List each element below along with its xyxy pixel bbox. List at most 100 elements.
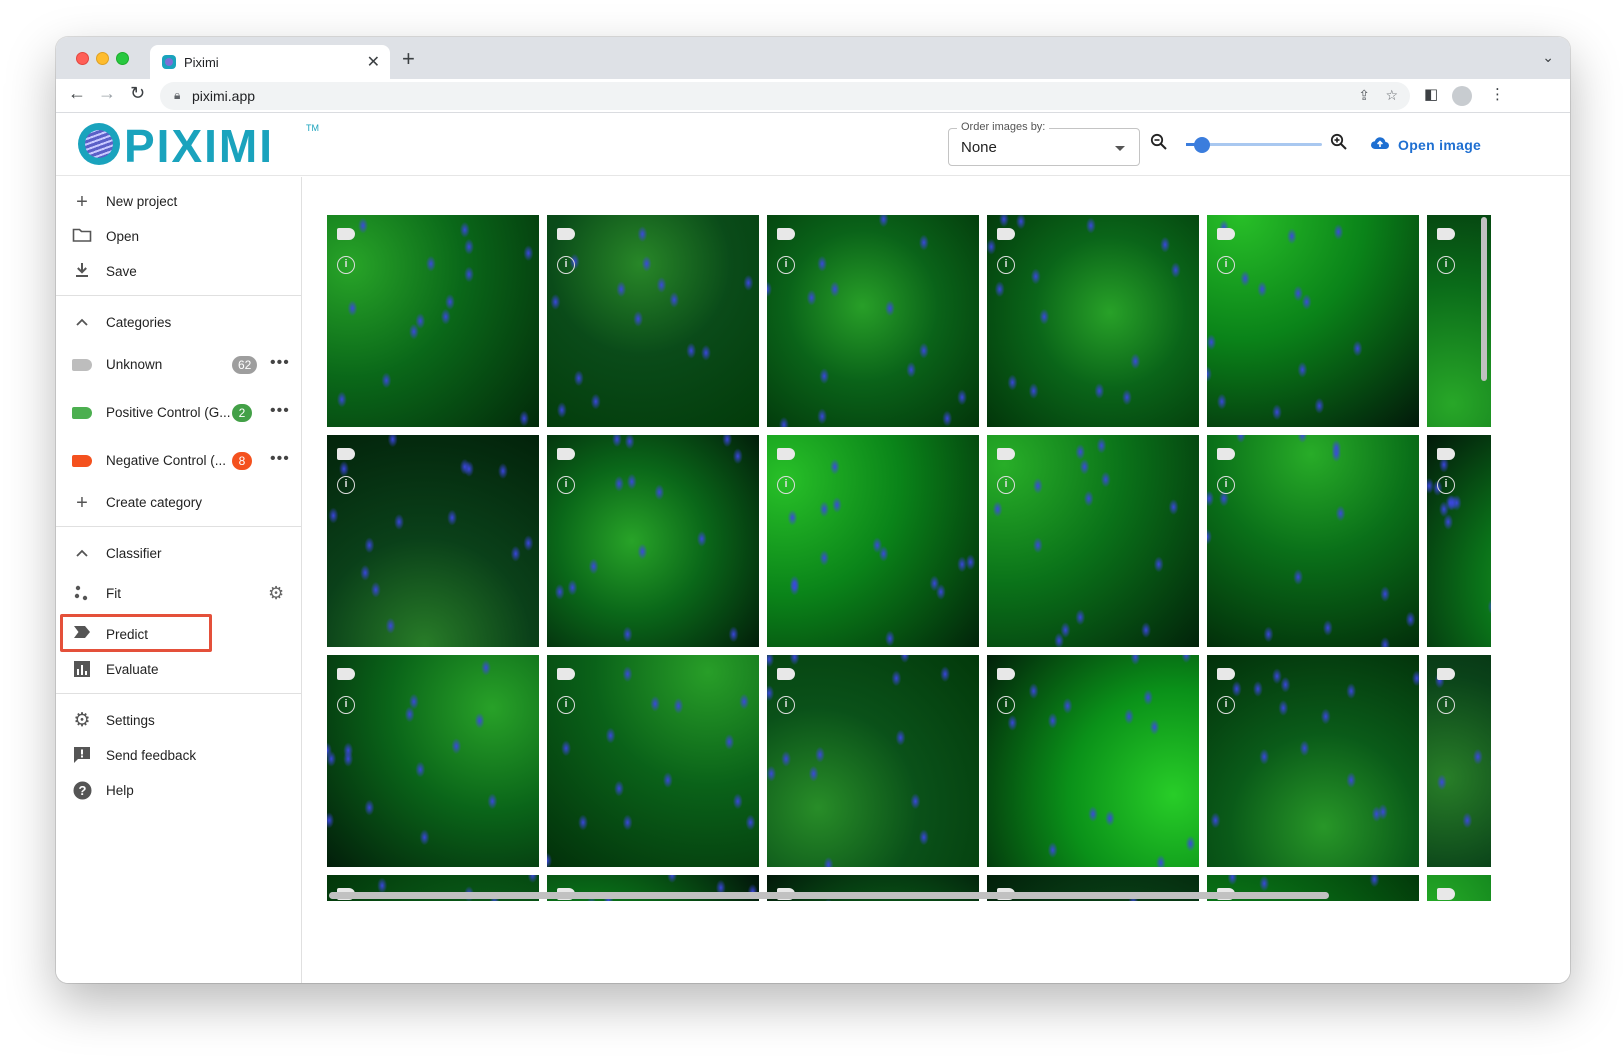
create-category-button[interactable]: + Create category [56, 486, 302, 520]
label-tag-icon[interactable] [557, 228, 575, 240]
lock-icon[interactable]: 🔒︎ [174, 88, 180, 103]
vertical-scrollbar[interactable] [1477, 215, 1489, 901]
sidebar-item-settings[interactable]: ⚙ Settings [56, 704, 302, 738]
sidebar-item-open[interactable]: Open [56, 220, 302, 254]
label-tag-icon[interactable] [777, 228, 795, 240]
label-tag-icon[interactable] [557, 668, 575, 680]
vertical-scrollbar-thumb[interactable] [1481, 217, 1487, 381]
gear-icon[interactable]: ⚙ [268, 583, 284, 604]
info-icon[interactable]: i [1437, 256, 1455, 274]
label-tag-icon[interactable] [1437, 668, 1455, 680]
image-tile[interactable]: i [987, 435, 1199, 647]
back-arrow-icon[interactable]: ← [68, 83, 86, 104]
sidebar-item-label: Settings [106, 713, 155, 728]
info-icon[interactable]: i [1217, 696, 1235, 714]
image-tile[interactable]: i [547, 655, 759, 867]
sidebar-item-new-project[interactable]: + New project [56, 185, 302, 219]
image-tile[interactable]: i [767, 655, 979, 867]
horizontal-scrollbar-thumb[interactable] [329, 892, 1329, 899]
info-icon[interactable]: i [557, 696, 575, 714]
label-tag-icon[interactable] [337, 448, 355, 460]
share-icon[interactable]: ⇪ [1358, 87, 1370, 104]
order-images-select[interactable]: Order images by: None [948, 121, 1140, 166]
more-options-icon[interactable]: ••• [270, 450, 290, 468]
fit-label: Fit [106, 586, 121, 601]
category-item-positive-control[interactable]: Positive Control (G... 2 ••• [56, 396, 302, 430]
image-tile[interactable]: i [547, 215, 759, 427]
new-tab-icon[interactable]: + [402, 46, 415, 72]
sidebar-item-save[interactable]: Save [56, 255, 302, 289]
label-tag-icon[interactable] [1217, 448, 1235, 460]
image-tile[interactable]: i [767, 435, 979, 647]
zoom-out-icon[interactable] [1150, 133, 1168, 156]
label-tag-icon[interactable] [557, 448, 575, 460]
image-tile[interactable]: i [1207, 215, 1419, 427]
browser-tab[interactable]: Piximi ✕ [150, 45, 390, 79]
image-tile[interactable]: i [547, 435, 759, 647]
profile-avatar-icon[interactable] [1452, 86, 1472, 106]
label-tag-icon[interactable] [1217, 228, 1235, 240]
sidebar-item-help[interactable]: ? Help [56, 774, 302, 808]
info-icon[interactable]: i [997, 476, 1015, 494]
svg-text:?: ? [78, 783, 86, 798]
info-icon[interactable]: i [777, 476, 795, 494]
label-tag-icon[interactable] [997, 668, 1015, 680]
label-tag-icon[interactable] [337, 228, 355, 240]
sidebar-item-evaluate[interactable]: Evaluate [56, 653, 302, 687]
address-bar[interactable]: 🔒︎ piximi.app ⇪ ☆ [160, 82, 1410, 110]
kebab-menu-icon[interactable]: ⋮ [1490, 85, 1505, 103]
label-tag-icon[interactable] [1217, 668, 1235, 680]
image-tile[interactable]: i [987, 655, 1199, 867]
reload-icon[interactable]: ↻ [130, 83, 145, 104]
close-tab-icon[interactable]: ✕ [367, 52, 380, 72]
more-options-icon[interactable]: ••• [270, 354, 290, 372]
classifier-section-header[interactable]: Classifier [56, 537, 302, 571]
side-panel-icon[interactable]: ◧ [1424, 85, 1438, 103]
label-tag-icon[interactable] [997, 448, 1015, 460]
minimize-window-button[interactable] [96, 52, 109, 65]
zoom-in-icon[interactable] [1330, 133, 1348, 156]
zoom-slider-thumb[interactable] [1194, 137, 1211, 153]
categories-section-header[interactable]: Categories [56, 306, 302, 340]
info-icon[interactable]: i [337, 476, 355, 494]
chevron-down-icon[interactable]: ⌄ [1542, 49, 1554, 66]
image-tile[interactable]: i [1207, 655, 1419, 867]
info-icon[interactable]: i [997, 256, 1015, 274]
info-icon[interactable]: i [777, 696, 795, 714]
info-icon[interactable]: i [557, 256, 575, 274]
star-icon[interactable]: ☆ [1385, 87, 1398, 104]
image-tile[interactable]: i [1207, 435, 1419, 647]
info-icon[interactable]: i [777, 256, 795, 274]
label-tag-icon[interactable] [1437, 228, 1455, 240]
zoom-slider[interactable] [1186, 137, 1322, 153]
chevron-up-icon [72, 544, 92, 564]
sidebar-item-send-feedback[interactable]: Send feedback [56, 739, 302, 773]
category-item-negative-control[interactable]: Negative Control (... 8 ••• [56, 444, 302, 478]
info-icon[interactable]: i [1217, 476, 1235, 494]
info-icon[interactable]: i [1437, 696, 1455, 714]
image-tile[interactable]: i [987, 215, 1199, 427]
label-tag-icon[interactable] [337, 668, 355, 680]
image-tile[interactable]: i [327, 655, 539, 867]
more-options-icon[interactable]: ••• [270, 402, 290, 420]
info-icon[interactable]: i [997, 696, 1015, 714]
label-tag-icon[interactable] [1437, 448, 1455, 460]
maximize-window-button[interactable] [116, 52, 129, 65]
label-tag-icon[interactable] [777, 448, 795, 460]
image-tile[interactable]: i [767, 215, 979, 427]
forward-arrow-icon[interactable]: → [98, 83, 116, 104]
info-icon[interactable]: i [337, 696, 355, 714]
info-icon[interactable]: i [557, 476, 575, 494]
close-window-button[interactable] [76, 52, 89, 65]
image-tile[interactable]: i [327, 435, 539, 647]
label-tag-icon[interactable] [997, 228, 1015, 240]
sidebar-item-fit[interactable]: Fit ⚙ [56, 577, 302, 611]
info-icon[interactable]: i [1217, 256, 1235, 274]
order-images-label: Order images by: [957, 121, 1050, 133]
horizontal-scrollbar[interactable] [327, 889, 1477, 901]
info-icon[interactable]: i [1437, 476, 1455, 494]
image-tile[interactable]: i [327, 215, 539, 427]
label-tag-icon[interactable] [777, 668, 795, 680]
info-icon[interactable]: i [337, 256, 355, 274]
category-item-unknown[interactable]: Unknown 62 ••• [56, 348, 302, 382]
